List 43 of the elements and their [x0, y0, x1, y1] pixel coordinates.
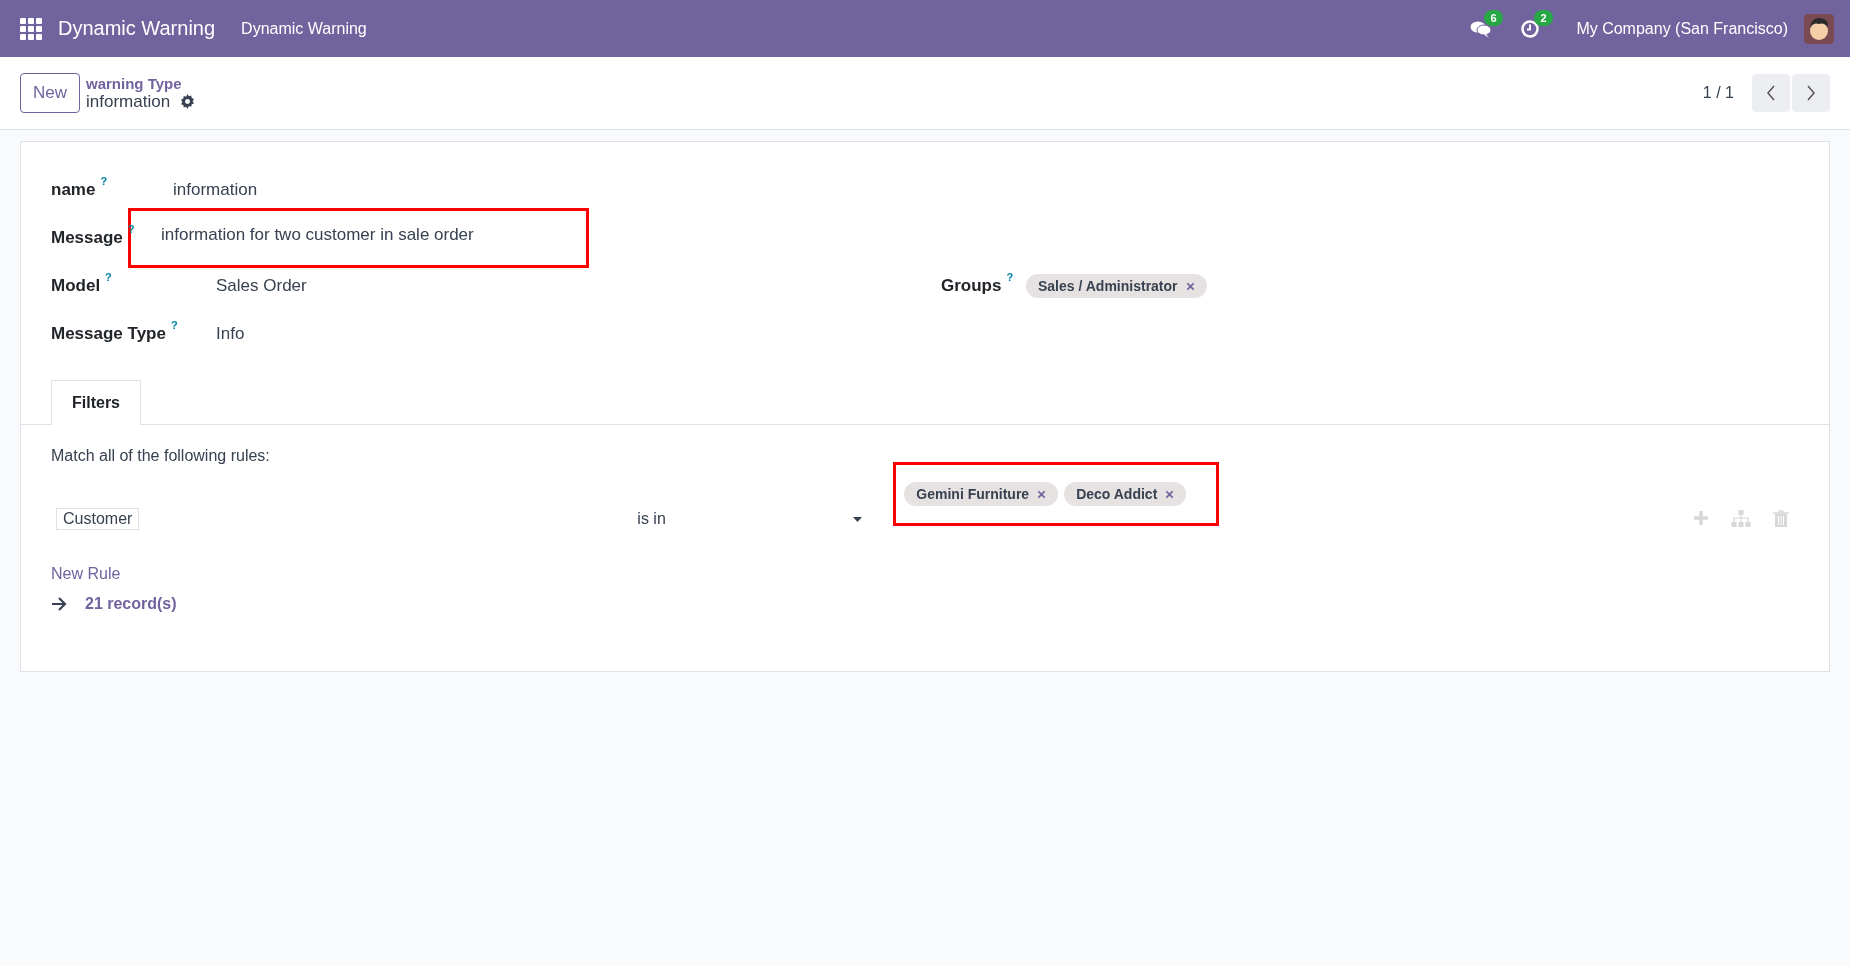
- remove-icon[interactable]: [1165, 489, 1175, 499]
- tag: Gemini Furniture: [904, 482, 1059, 506]
- caret-icon: [853, 516, 863, 522]
- records-link[interactable]: 21 record(s): [85, 595, 177, 613]
- chevron-right-icon: [1806, 85, 1816, 101]
- field-value[interactable]: Info: [204, 316, 257, 352]
- path-field[interactable]: Customer: [56, 508, 140, 530]
- tab[interactable]: Filters: [51, 380, 141, 425]
- company-switcher[interactable]: My Company (San Francisco): [1576, 19, 1788, 38]
- tag: Sales / Administrator: [1026, 274, 1207, 298]
- record-name: information: [86, 91, 171, 112]
- remove-icon[interactable]: [1185, 281, 1195, 291]
- count-badge: 2: [1534, 9, 1553, 26]
- field-label: name: [51, 180, 96, 200]
- operator-select[interactable]: is in: [637, 510, 863, 528]
- app-name[interactable]: Dynamic Warning: [58, 17, 216, 40]
- clock-icon[interactable]: [1520, 18, 1541, 39]
- help-tooltip[interactable]: ?: [170, 319, 178, 331]
- help-tooltip[interactable]: ?: [105, 271, 112, 283]
- avatar-icon[interactable]: [1804, 13, 1834, 44]
- chevron-left-icon: [1766, 85, 1776, 101]
- gear-icon[interactable]: [180, 94, 196, 109]
- breadcrumb-link[interactable]: warning Type: [86, 74, 196, 92]
- menu-item[interactable]: Dynamic Warning: [241, 19, 367, 38]
- field-label: Message: [51, 228, 123, 248]
- arrow-icon: [51, 597, 67, 611]
- help-tooltip[interactable]: ?: [1006, 271, 1014, 283]
- apps-menu-icon[interactable]: [20, 17, 42, 40]
- field-label: Model: [51, 276, 101, 296]
- remove-icon[interactable]: [1037, 489, 1047, 499]
- rules-intro: Match all of the following rules:: [51, 447, 271, 465]
- help-tooltip[interactable]: ?: [127, 223, 135, 235]
- new-button[interactable]: New: [20, 73, 80, 113]
- field-label: Message Type: [51, 324, 166, 344]
- field-label: Groups: [941, 276, 1002, 296]
- new-rule-link[interactable]: New Rule: [51, 565, 1799, 583]
- tag: Deco Addict: [1064, 482, 1187, 506]
- pager-value: 1 / 1: [1702, 84, 1734, 102]
- count-badge: 6: [1484, 9, 1503, 26]
- field-value[interactable]: Sales Order: [204, 268, 319, 304]
- field-value[interactable]: information: [161, 172, 270, 208]
- help-tooltip[interactable]: ?: [100, 175, 108, 187]
- value-field[interactable]: Gemini Furniture Deco Addict: [896, 465, 1217, 523]
